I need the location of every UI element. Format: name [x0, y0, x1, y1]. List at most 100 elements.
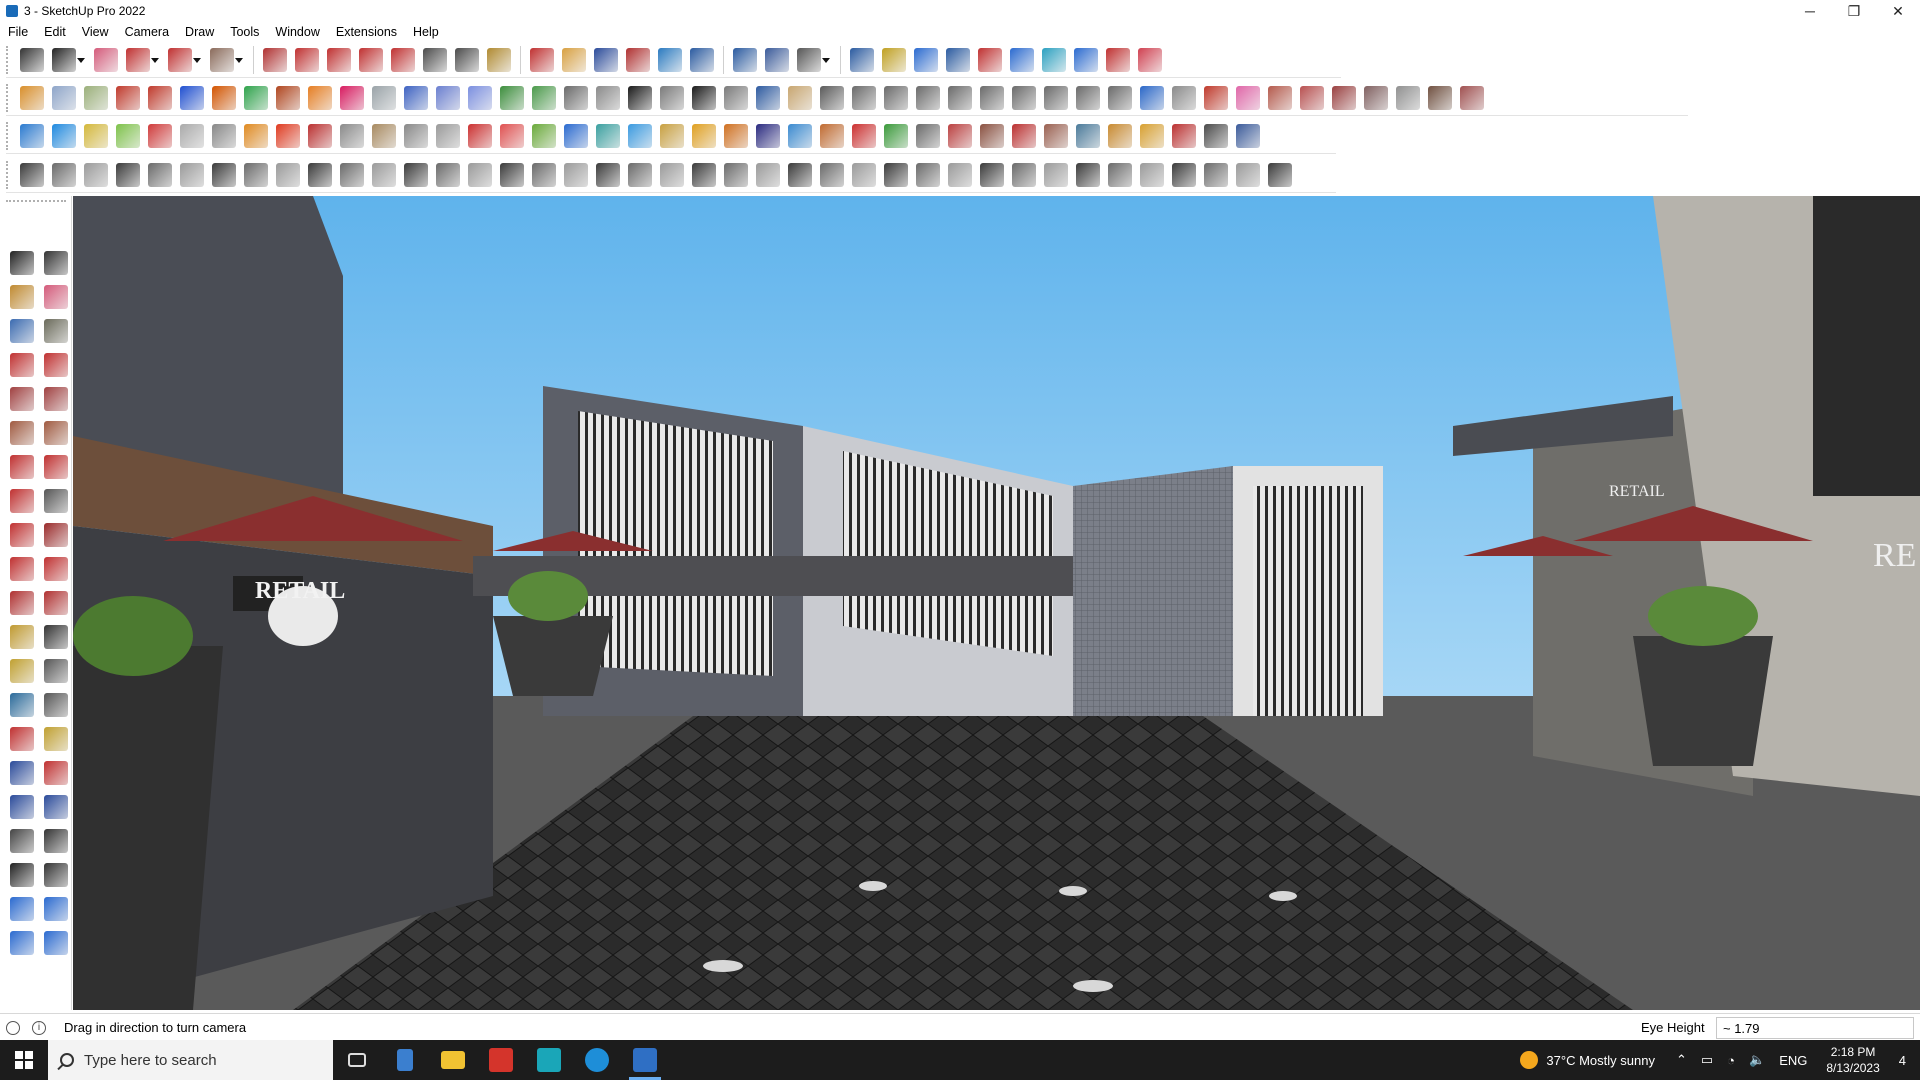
row4-tool-10-icon[interactable]: [308, 162, 332, 187]
axes-up-icon[interactable]: [946, 47, 970, 72]
eraser-icon[interactable]: [94, 47, 118, 72]
look-around-icon[interactable]: [44, 829, 68, 853]
orbit2-icon[interactable]: [10, 727, 34, 751]
zoom-extents-icon[interactable]: [10, 795, 34, 819]
layers-icon[interactable]: [733, 47, 757, 72]
row3-tool-39-icon[interactable]: [1236, 123, 1260, 148]
arc3-icon[interactable]: [44, 489, 68, 513]
rotate-icon[interactable]: [359, 47, 383, 72]
menu-file[interactable]: File: [0, 25, 36, 39]
row4-tool-19-icon[interactable]: [596, 162, 620, 187]
task-view-button[interactable]: [333, 1040, 381, 1080]
zoom-window-icon[interactable]: [44, 761, 68, 785]
row3-tool-6-icon[interactable]: [180, 123, 204, 148]
dimension-icon[interactable]: [44, 625, 68, 649]
file-explorer-button[interactable]: [429, 1040, 477, 1080]
toolbar-grip[interactable]: [6, 160, 12, 189]
row4-tool-15-icon[interactable]: [468, 162, 492, 187]
zoom-icon[interactable]: [10, 761, 34, 785]
row3-tool-1-icon[interactable]: [20, 123, 44, 148]
rectangle-icon[interactable]: [10, 387, 34, 411]
row2-tool-32-icon[interactable]: [1012, 85, 1036, 110]
row3-tool-29-icon[interactable]: [916, 123, 940, 148]
style-icon[interactable]: [44, 931, 68, 955]
row3-tool-35-icon[interactable]: [1108, 123, 1132, 148]
row4-tool-40-icon[interactable]: [1268, 162, 1292, 187]
menu-camera[interactable]: Camera: [117, 25, 177, 39]
followme-icon[interactable]: [44, 557, 68, 581]
row2-tool-25-icon[interactable]: [788, 85, 812, 110]
followme-icon[interactable]: [295, 47, 319, 72]
row4-tool-4-icon[interactable]: [116, 162, 140, 187]
axes-down-icon[interactable]: [978, 47, 1002, 72]
menu-draw[interactable]: Draw: [177, 25, 222, 39]
sandbox-icon[interactable]: [1042, 47, 1066, 72]
row4-tool-35-icon[interactable]: [1108, 162, 1132, 187]
eraser-icon[interactable]: [44, 285, 68, 309]
row3-tool-12-icon[interactable]: [372, 123, 396, 148]
minimize-button[interactable]: ─: [1788, 0, 1832, 22]
row2-tool-3-icon[interactable]: [84, 85, 108, 110]
row2-tool-21-icon[interactable]: [660, 85, 684, 110]
taskbar-search[interactable]: Type here to search: [48, 1040, 333, 1080]
row4-tool-1-icon[interactable]: [20, 162, 44, 187]
row2-tool-43-icon[interactable]: [1364, 85, 1388, 110]
account-icon[interactable]: [797, 47, 830, 72]
row3-tool-3-icon[interactable]: [84, 123, 108, 148]
axes-icon[interactable]: [10, 693, 34, 717]
info-icon[interactable]: i: [32, 1020, 46, 1035]
position-camera-icon[interactable]: [10, 829, 34, 853]
row3-tool-17-icon[interactable]: [532, 123, 556, 148]
toolbar-grip[interactable]: [6, 121, 12, 150]
row4-tool-16-icon[interactable]: [500, 162, 524, 187]
row4-tool-20-icon[interactable]: [628, 162, 652, 187]
row4-tool-39-icon[interactable]: [1236, 162, 1260, 187]
row4-tool-12-icon[interactable]: [372, 162, 396, 187]
row3-tool-37-icon[interactable]: [1172, 123, 1196, 148]
row4-tool-27-icon[interactable]: [852, 162, 876, 187]
hand-icon[interactable]: [1138, 47, 1162, 72]
freehand-icon[interactable]: [168, 47, 201, 72]
row3-tool-30-icon[interactable]: [948, 123, 972, 148]
row3-tool-34-icon[interactable]: [1076, 123, 1100, 148]
row3-tool-21-icon[interactable]: [660, 123, 684, 148]
row2-tool-18-icon[interactable]: [564, 85, 588, 110]
row4-tool-26-icon[interactable]: [820, 162, 844, 187]
row2-tool-2-icon[interactable]: [52, 85, 76, 110]
paint-icon[interactable]: [10, 285, 34, 309]
row3-tool-28-icon[interactable]: [884, 123, 908, 148]
row4-tool-33-icon[interactable]: [1044, 162, 1068, 187]
move-icon[interactable]: [10, 523, 34, 547]
acrobat-button[interactable]: [477, 1040, 525, 1080]
row2-tool-15-icon[interactable]: [468, 85, 492, 110]
pencil-icon[interactable]: [126, 47, 159, 72]
row2-tool-8-icon[interactable]: [244, 85, 268, 110]
layer-icon[interactable]: [10, 931, 34, 955]
circle-icon[interactable]: [10, 421, 34, 445]
undo-icon[interactable]: [1074, 47, 1098, 72]
row4-tool-22-icon[interactable]: [692, 162, 716, 187]
pencil-icon[interactable]: [10, 353, 34, 377]
clock[interactable]: 2:18 PM 8/13/2023: [1826, 1044, 1879, 1076]
row4-tool-34-icon[interactable]: [1076, 162, 1100, 187]
pan-icon[interactable]: [562, 47, 586, 72]
row2-tool-5-icon[interactable]: [148, 85, 172, 110]
row2-tool-41-icon[interactable]: [1300, 85, 1324, 110]
extension-icon[interactable]: [44, 897, 68, 921]
material-icon[interactable]: [882, 47, 906, 72]
rectangle-icon[interactable]: [210, 47, 243, 72]
select-icon[interactable]: [52, 47, 85, 72]
row2-tool-24-icon[interactable]: [756, 85, 780, 110]
component-icon[interactable]: [10, 319, 34, 343]
row4-tool-13-icon[interactable]: [404, 162, 428, 187]
row4-tool-21-icon[interactable]: [660, 162, 684, 187]
row4-tool-24-icon[interactable]: [756, 162, 780, 187]
text-icon[interactable]: [455, 47, 479, 72]
freehand-icon[interactable]: [44, 353, 68, 377]
row2-tool-19-icon[interactable]: [596, 85, 620, 110]
row4-tool-5-icon[interactable]: [148, 162, 172, 187]
row2-tool-42-icon[interactable]: [1332, 85, 1356, 110]
arc-icon[interactable]: [10, 455, 34, 479]
3d-text-icon[interactable]: [44, 693, 68, 717]
row4-tool-18-icon[interactable]: [564, 162, 588, 187]
